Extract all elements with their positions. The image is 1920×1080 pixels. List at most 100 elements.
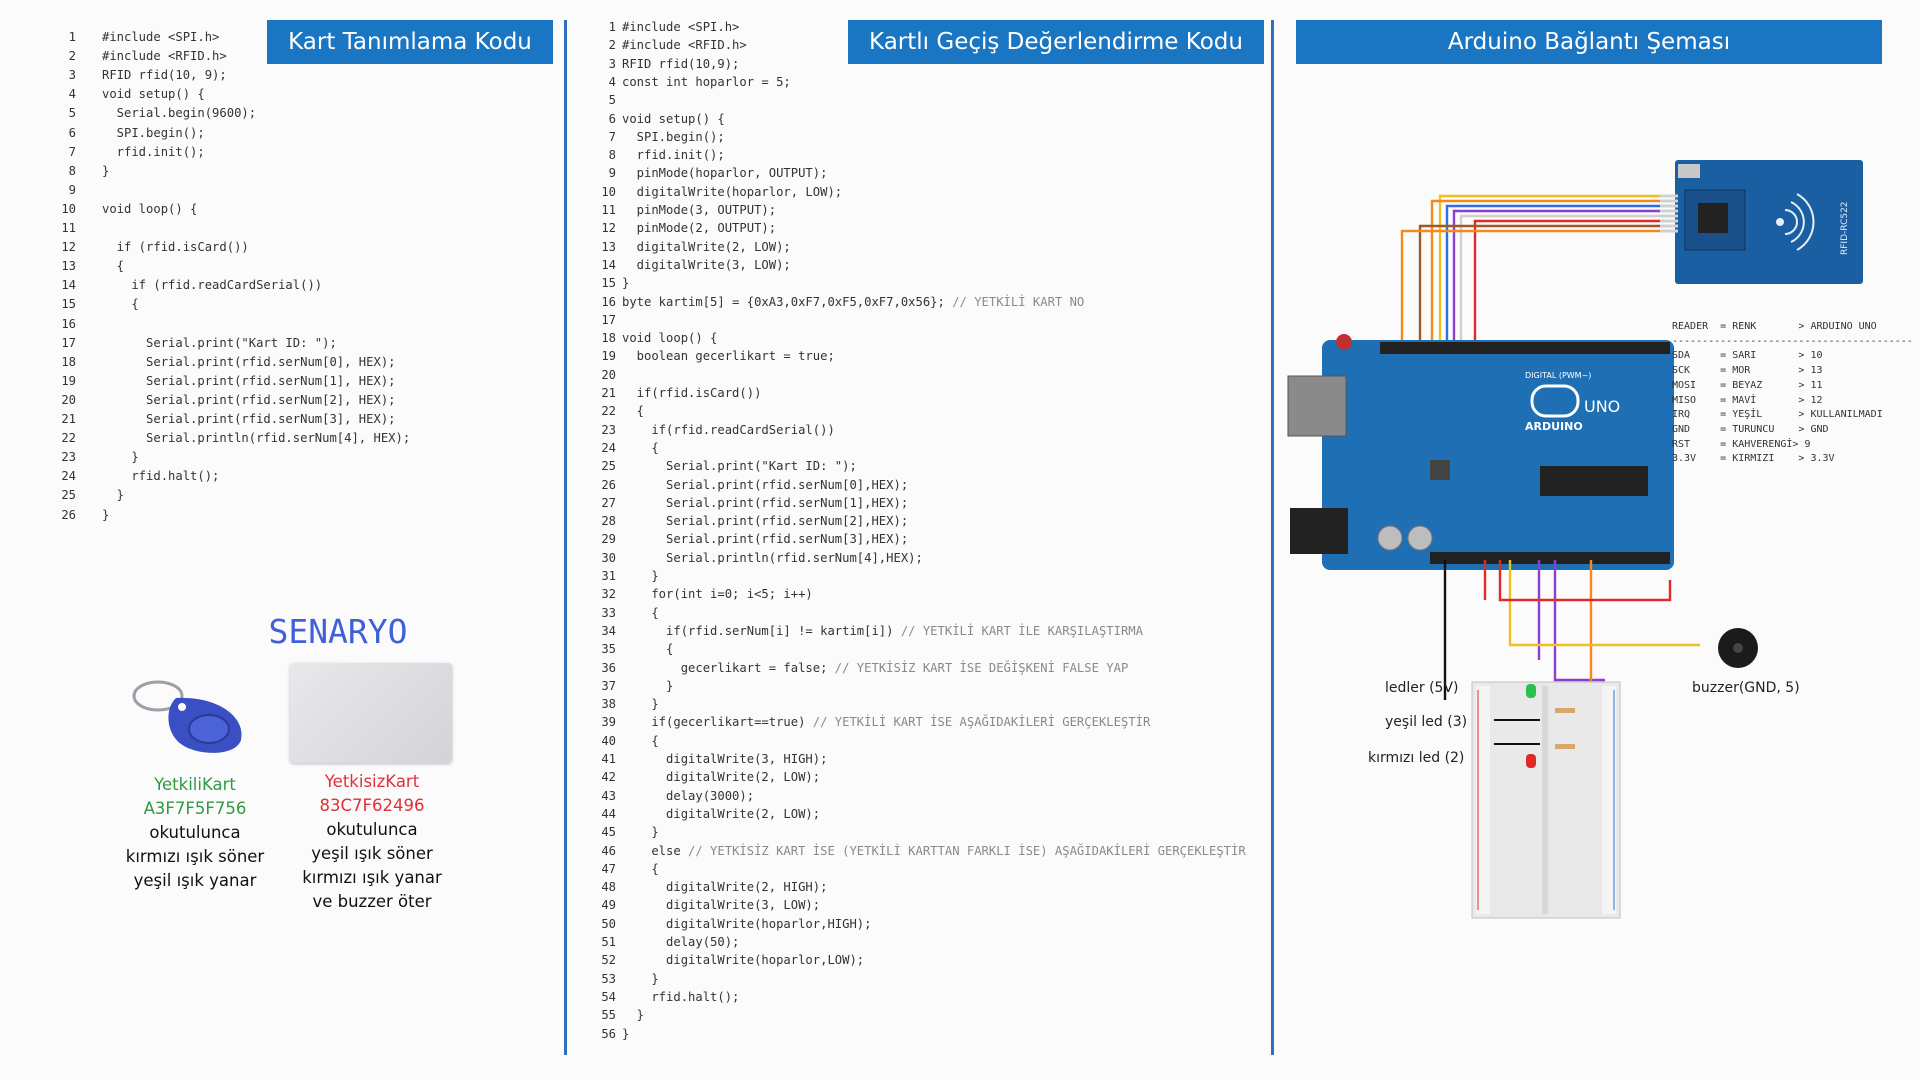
line-number: 26 <box>601 477 616 492</box>
line-number: 10 <box>601 184 616 199</box>
code-line: pinMode(hoparlor, OUTPUT); <box>622 166 828 181</box>
line-number: 4 <box>608 74 616 89</box>
line-number: 44 <box>601 806 616 821</box>
code-line: Serial.print(rfid.serNum[2],HEX); <box>622 514 909 529</box>
line-number: 46 <box>601 843 616 858</box>
code-line: { <box>102 297 139 312</box>
line-number: 24 <box>601 440 616 455</box>
line-number: 38 <box>601 697 616 712</box>
code-line: { <box>622 440 659 455</box>
unauthorized-card-caption: YetkisizKart 83C7F62496 okutulunca yeşil… <box>287 770 457 914</box>
line-number: 25 <box>601 459 616 474</box>
code-line: rfid.init(); <box>102 144 205 159</box>
right-banner: Arduino Bağlantı Şeması <box>1296 20 1882 64</box>
authorized-line-3: yeşil ışık yanar <box>133 871 257 890</box>
code-line: #include <RFID.h> <box>102 49 227 64</box>
code-line: Serial.println(rfid.serNum[4],HEX); <box>622 550 923 565</box>
code-line: { <box>622 642 674 657</box>
code-line: digitalWrite(3, LOW); <box>622 898 821 913</box>
code-line: Serial.print(rfid.serNum[0], HEX); <box>102 354 396 369</box>
line-number: 1 <box>608 20 616 34</box>
line-number: 53 <box>601 971 616 986</box>
line-number: 8 <box>68 163 76 178</box>
code-line: Serial.print(rfid.serNum[2], HEX); <box>102 392 396 407</box>
code-line: { <box>622 605 659 620</box>
code-line: rfid.halt(); <box>622 989 740 1004</box>
code-line: } <box>102 450 139 465</box>
line-number: 50 <box>601 916 616 931</box>
buzzer <box>1718 628 1758 668</box>
pin-mapping-table: READER = RENK > ARDUINO UNO -------------… <box>1672 320 1913 467</box>
pin-table-row: 3.3V = KIRMIZI > 3.3V <box>1672 453 1835 465</box>
rfid-module-label: RFID-RC522 <box>1840 201 1850 255</box>
pin-table-row: MISO = MAVİ > 12 <box>1672 394 1823 406</box>
line-number: 35 <box>601 642 616 657</box>
line-number: 49 <box>601 898 616 913</box>
line-number: 30 <box>601 550 616 565</box>
line-number: 48 <box>601 880 616 895</box>
code-line: #include <RFID.h> <box>622 38 747 53</box>
white-card-image <box>290 663 452 763</box>
code-line: digitalWrite(2, LOW); <box>622 770 821 785</box>
line-number: 11 <box>61 221 76 235</box>
line-number: 18 <box>601 331 616 346</box>
code-line: rfid.init(); <box>622 148 725 163</box>
code-line: } <box>622 1008 645 1023</box>
code-line: #include <SPI.h> <box>622 20 740 34</box>
code-line: RFID rfid(10,9); <box>622 56 740 71</box>
line-number: 21 <box>61 412 76 426</box>
code-line: void setup() { <box>102 87 205 102</box>
code-line: digitalWrite(3, LOW); <box>622 257 791 272</box>
line-number: 8 <box>608 148 616 163</box>
line-number: 41 <box>601 752 616 766</box>
uno-label: UNO <box>1584 397 1620 416</box>
line-number: 54 <box>601 989 616 1004</box>
code-line: } <box>622 678 674 693</box>
code-line: } <box>102 507 110 522</box>
line-number: 15 <box>61 297 76 312</box>
line-number: 5 <box>608 93 616 108</box>
line-number: 6 <box>68 125 76 140</box>
divider-right <box>1271 20 1274 1055</box>
line-number: 7 <box>68 144 76 159</box>
line-number: 17 <box>61 335 76 350</box>
code-line: RFID rfid(10, 9); <box>102 68 227 83</box>
line-number: 10 <box>61 201 76 216</box>
code-line: delay(50); <box>622 935 740 949</box>
pin-table-row: ---------------------------------------- <box>1672 335 1913 347</box>
code-line: else // YETKİSİZ KART İSE (YETKİLİ KARTT… <box>622 843 1246 858</box>
line-number: 19 <box>61 373 76 388</box>
code-line: if (rfid.readCardSerial()) <box>102 278 323 293</box>
pin-table-row: RST = KAHVERENGİ> 9 <box>1672 438 1811 450</box>
code-line: Serial.begin(9600); <box>102 106 257 121</box>
code-line: { <box>622 404 645 419</box>
line-number: 24 <box>61 469 76 484</box>
code-line: SPI.begin(); <box>622 129 725 144</box>
unauthorized-card-id: 83C7F62496 <box>319 796 425 815</box>
pin-table-row: READER = RENK > ARDUINO UNO <box>1672 321 1877 332</box>
code-line: digitalWrite(2, HIGH); <box>622 880 828 895</box>
code-line: digitalWrite(hoparlor,HIGH); <box>622 916 872 931</box>
code-line: { <box>102 259 125 274</box>
code-line: byte kartim[5] = {0xA3,0xF7,0xF5,0xF7,0x… <box>622 294 1085 309</box>
unauthorized-line-2: yeşil ışık söner <box>311 844 433 863</box>
red-led-label: kırmızı led (2) <box>1368 750 1465 766</box>
line-number: 47 <box>601 861 616 876</box>
code-line: } <box>622 825 659 840</box>
wire-red <box>1473 219 1675 342</box>
line-number: 37 <box>601 678 616 693</box>
code-line: { <box>622 733 659 748</box>
line-number: 12 <box>61 240 76 255</box>
code-line: digitalWrite(3, HIGH); <box>622 752 828 766</box>
green-led <box>1526 684 1536 698</box>
code-line: } <box>102 163 110 178</box>
code-line: delay(3000); <box>622 788 755 803</box>
line-number: 51 <box>601 935 616 949</box>
arduino-label: ARDUINO <box>1525 420 1583 433</box>
line-number: 4 <box>68 87 76 102</box>
unauthorized-line-4: ve buzzer öter <box>312 892 432 911</box>
line-number: 13 <box>601 239 616 254</box>
pin-table-row: MOSI = BEYAZ > 11 <box>1672 379 1823 391</box>
pin-table-row: IRQ = YEŞİL > KULLANILMADI <box>1672 409 1883 421</box>
scenario-title: SENARYO <box>268 612 408 651</box>
